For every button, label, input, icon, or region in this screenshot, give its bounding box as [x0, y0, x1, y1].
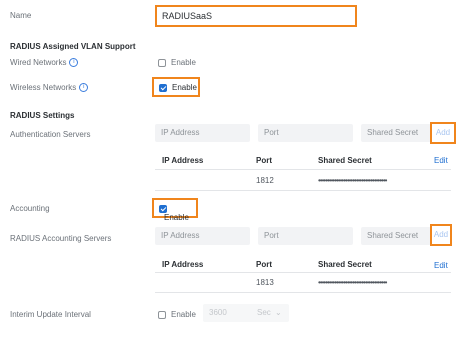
wireless-enable-label: Enable — [172, 83, 197, 92]
auth-servers-label: Authentication Servers — [10, 130, 91, 139]
interim-enable-label: Enable — [171, 310, 196, 319]
name-input[interactable]: RADIUSaaS — [155, 5, 357, 27]
auth-col-secret: Shared Secret — [318, 156, 372, 165]
accounting-label: Accounting — [10, 204, 50, 213]
acct-col-ip: IP Address — [162, 260, 204, 269]
wireless-enable[interactable]: Enable — [152, 77, 200, 97]
divider — [155, 272, 451, 273]
acct-edit-link[interactable]: Edit — [434, 261, 448, 270]
wireless-enable-checkbox[interactable] — [159, 84, 167, 92]
wired-networks-label: Wired Networks i — [10, 58, 79, 68]
auth-secret-input[interactable]: Shared Secret — [361, 124, 431, 142]
divider — [155, 292, 451, 293]
acct-col-port: Port — [256, 260, 272, 269]
auth-port-input[interactable]: Port — [258, 124, 353, 142]
info-icon[interactable]: i — [69, 58, 79, 68]
acct-port-input[interactable]: Port — [258, 227, 353, 245]
acct-ip-input[interactable]: IP Address — [155, 227, 250, 245]
wired-enable-checkbox[interactable] — [158, 59, 166, 67]
auth-col-ip: IP Address — [162, 156, 204, 165]
auth-col-port: Port — [256, 156, 272, 165]
wired-networks-text: Wired Networks — [10, 58, 67, 67]
acct-col-secret: Shared Secret — [318, 260, 372, 269]
acct-secret-input[interactable]: Shared Secret — [361, 227, 431, 245]
auth-ip-input[interactable]: IP Address — [155, 124, 250, 142]
auth-row-secret: •••••••••••••••••••••••••••••••••••••• — [318, 176, 387, 185]
info-icon[interactable]: i — [79, 83, 89, 93]
divider — [155, 169, 451, 170]
chevron-down-icon: ⌄ — [275, 308, 282, 317]
wireless-networks-label: Wireless Networks i — [10, 83, 89, 93]
radius-settings-title: RADIUS Settings — [10, 111, 75, 120]
interim-enable-checkbox[interactable] — [158, 311, 166, 319]
name-label: Name — [10, 11, 32, 20]
wired-enable[interactable]: Enable — [158, 58, 196, 68]
acct-add-button[interactable]: Add — [430, 224, 452, 246]
interim-value: 3600 — [209, 308, 227, 317]
acct-servers-label: RADIUS Accounting Servers — [10, 234, 112, 243]
interim-label: Interim Update Interval — [10, 310, 91, 319]
name-input-value: RADIUSaaS — [162, 11, 213, 21]
wireless-networks-text: Wireless Networks — [10, 83, 77, 92]
interim-unit: Sec — [257, 308, 271, 317]
acct-row-port: 1813 — [256, 278, 274, 287]
accounting-enable-checkbox[interactable] — [159, 204, 167, 213]
divider — [155, 190, 451, 191]
interim-enable[interactable]: Enable — [158, 310, 196, 320]
wired-enable-label: Enable — [171, 58, 196, 67]
vlan-section-title: RADIUS Assigned VLAN Support — [10, 42, 136, 51]
interim-interval-input: 3600 Sec ⌄ — [203, 304, 289, 322]
auth-edit-link[interactable]: Edit — [434, 156, 448, 165]
auth-row-port: 1812 — [256, 176, 274, 185]
accounting-enable-label: Enable — [164, 213, 189, 222]
auth-add-button[interactable]: Add — [430, 122, 456, 144]
accounting-enable[interactable]: Enable — [152, 198, 198, 222]
acct-row-secret: •••••••••••••••••••••••••••••••••••••• — [318, 278, 387, 287]
